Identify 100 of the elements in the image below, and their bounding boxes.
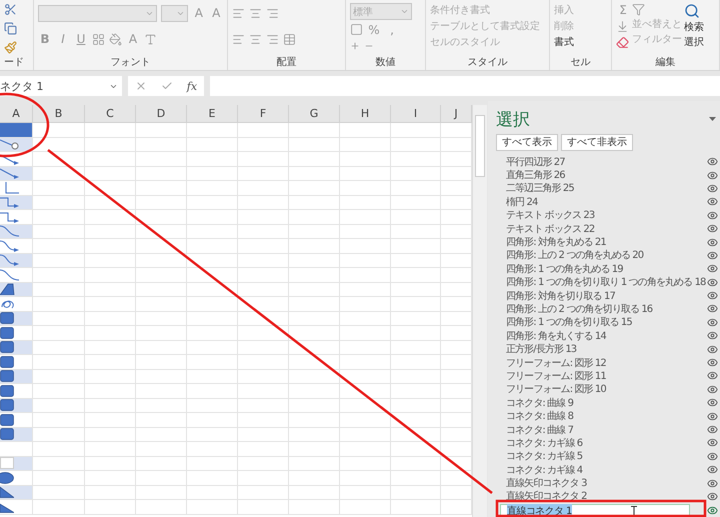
sheet-cell[interactable] bbox=[187, 181, 238, 196]
sheet-cell[interactable] bbox=[340, 486, 391, 500]
sheet-cell[interactable] bbox=[33, 456, 85, 471]
visibility-eye-icon[interactable] bbox=[707, 410, 718, 422]
sheet-cell[interactable] bbox=[441, 181, 472, 196]
visibility-eye-icon[interactable] bbox=[707, 424, 718, 435]
sheet-cell[interactable] bbox=[289, 413, 340, 428]
shape-cell[interactable] bbox=[0, 297, 33, 312]
align-top-icon[interactable] bbox=[232, 6, 245, 20]
sheet-cell[interactable] bbox=[289, 224, 340, 239]
align-left-icon[interactable] bbox=[232, 32, 245, 46]
sheet-cell[interactable] bbox=[33, 398, 85, 413]
sheet-cell[interactable] bbox=[33, 282, 85, 297]
sheet-cell[interactable] bbox=[238, 138, 289, 152]
sheet-cell[interactable] bbox=[136, 268, 187, 282]
shape-list-item[interactable]: 四角形: 対角を切り取る 17 bbox=[506, 288, 615, 303]
sheet-cell[interactable] bbox=[340, 239, 391, 254]
visibility-eye-icon[interactable] bbox=[707, 478, 718, 489]
sheet-cell[interactable] bbox=[85, 370, 136, 384]
sheet-cell[interactable] bbox=[289, 282, 340, 297]
sheet-cell[interactable] bbox=[33, 413, 85, 428]
sheet-cell[interactable] bbox=[391, 355, 441, 370]
shape-cell[interactable] bbox=[0, 384, 33, 398]
sheet-cell[interactable] bbox=[238, 152, 289, 166]
sheet-cell[interactable] bbox=[289, 239, 340, 254]
borders-icon[interactable] bbox=[92, 32, 105, 46]
filter-icon[interactable] bbox=[632, 3, 645, 16]
sheet-cell[interactable] bbox=[85, 312, 136, 326]
sheet-cell[interactable] bbox=[136, 355, 187, 370]
sheet-cell[interactable] bbox=[238, 254, 289, 268]
sheet-cell[interactable] bbox=[391, 224, 441, 239]
shape-list-item[interactable]: 四角形: 1 つの角を丸める 19 bbox=[506, 262, 623, 276]
sheet-cell[interactable] bbox=[85, 123, 136, 138]
sheet-cell[interactable] bbox=[340, 254, 391, 268]
shape-list-item[interactable]: 二等辺三角形 25 bbox=[506, 181, 574, 196]
sheet-cell[interactable] bbox=[187, 297, 238, 312]
sheet-cell[interactable] bbox=[289, 254, 340, 268]
sheet-cell[interactable] bbox=[136, 239, 187, 254]
shape-cell[interactable] bbox=[0, 442, 33, 456]
shape-list-item[interactable]: 四角形: 1 つの角を切り取り 1 つの角を丸める 18 bbox=[506, 275, 706, 290]
shape-cell[interactable] bbox=[0, 268, 33, 282]
enter-icon[interactable] bbox=[160, 80, 173, 92]
cut-icon[interactable] bbox=[4, 3, 17, 16]
sheet-cell[interactable] bbox=[187, 442, 238, 456]
sheet-cell[interactable] bbox=[33, 326, 85, 340]
sheet-cell[interactable] bbox=[85, 326, 136, 340]
column-header[interactable]: D bbox=[136, 105, 187, 123]
sheet-cell[interactable] bbox=[441, 471, 472, 486]
sheet-cell[interactable] bbox=[289, 297, 340, 312]
sheet-cell[interactable] bbox=[391, 123, 441, 138]
sheet-cell[interactable] bbox=[340, 196, 391, 210]
cell-command[interactable]: 書式 bbox=[554, 35, 607, 49]
pane-menu-caret-icon[interactable] bbox=[709, 117, 716, 121]
sheet-cell[interactable] bbox=[238, 268, 289, 282]
sheet-cell[interactable] bbox=[238, 486, 289, 500]
sheet-cell[interactable] bbox=[238, 326, 289, 340]
sheet-cell[interactable] bbox=[340, 340, 391, 355]
sheet-cell[interactable] bbox=[340, 471, 391, 486]
sheet-cell[interactable] bbox=[187, 500, 238, 514]
sheet-cell[interactable] bbox=[238, 196, 289, 210]
sheet-cell[interactable] bbox=[441, 210, 472, 224]
sheet-cell[interactable] bbox=[136, 428, 187, 442]
sheet-cell[interactable] bbox=[340, 166, 391, 181]
shape-cell[interactable] bbox=[0, 224, 33, 239]
sheet-cell[interactable] bbox=[33, 312, 85, 326]
sheet-cell[interactable] bbox=[187, 166, 238, 181]
shape-cell[interactable] bbox=[0, 312, 33, 326]
sheet-cell[interactable] bbox=[136, 282, 187, 297]
sheet-cell[interactable] bbox=[441, 268, 472, 282]
sheet-cell[interactable] bbox=[136, 210, 187, 224]
sheet-cell[interactable] bbox=[85, 282, 136, 297]
sheet-cell[interactable] bbox=[238, 355, 289, 370]
sheet-cell[interactable] bbox=[441, 152, 472, 166]
sheet-cell[interactable] bbox=[187, 370, 238, 384]
eraser-icon[interactable] bbox=[616, 36, 629, 49]
sheet-cell[interactable] bbox=[85, 500, 136, 514]
sheet-cell[interactable] bbox=[441, 355, 472, 370]
sheet-cell[interactable] bbox=[441, 138, 472, 152]
sheet-cell[interactable] bbox=[187, 268, 238, 282]
sheet-cell[interactable] bbox=[85, 181, 136, 196]
sheet-cell[interactable] bbox=[238, 297, 289, 312]
sheet-cell[interactable] bbox=[187, 486, 238, 500]
sheet-cell[interactable] bbox=[391, 254, 441, 268]
shape-cell[interactable] bbox=[0, 486, 33, 500]
visibility-eye-icon[interactable] bbox=[707, 397, 718, 408]
sheet-cell[interactable] bbox=[33, 196, 85, 210]
sheet-cell[interactable] bbox=[340, 312, 391, 326]
visibility-eye-icon[interactable] bbox=[707, 263, 718, 274]
column-header[interactable]: E bbox=[187, 105, 238, 123]
fill-color-icon[interactable] bbox=[109, 32, 122, 46]
sheet-cell[interactable] bbox=[441, 239, 472, 254]
column-header[interactable]: C bbox=[85, 105, 136, 123]
sheet-cell[interactable] bbox=[33, 471, 85, 486]
sheet-cell[interactable] bbox=[238, 428, 289, 442]
sheet-cell[interactable] bbox=[136, 456, 187, 471]
shape-list-item[interactable]: 四角形: 1 つの角を切り取る 15 bbox=[506, 315, 632, 330]
shape-cell[interactable] bbox=[0, 398, 33, 413]
align-right-icon[interactable] bbox=[266, 32, 279, 46]
sheet-cell[interactable] bbox=[187, 326, 238, 340]
find-select-label[interactable]: 検索 bbox=[684, 20, 704, 34]
